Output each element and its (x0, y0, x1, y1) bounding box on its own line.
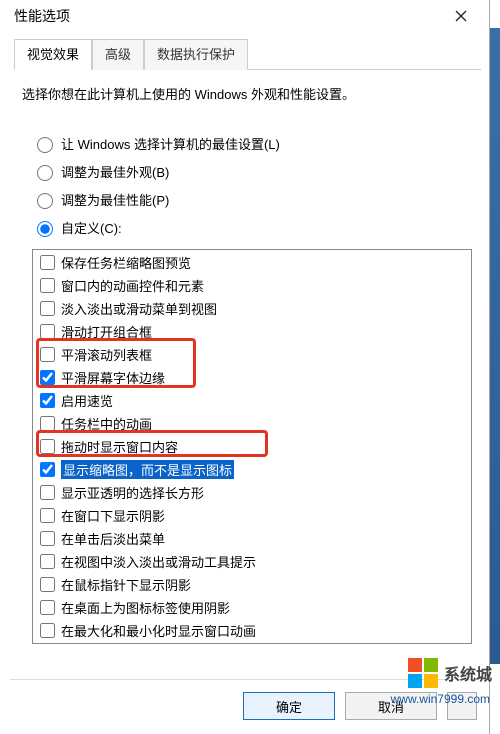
effect-checkbox-row-10[interactable]: 显示亚透明的选择长方形 (34, 481, 470, 504)
effect-checkbox-11[interactable] (40, 508, 55, 523)
effect-label-8: 拖动时显示窗口内容 (61, 437, 178, 456)
radio-label-2: 调整为最佳性能(P) (61, 190, 169, 209)
effect-checkbox-row-4[interactable]: 平滑滚动列表框 (34, 343, 470, 366)
effect-checkbox-16[interactable] (40, 623, 55, 638)
dialog-title: 性能选项 (8, 6, 441, 26)
tab-strip: 视觉效果高级数据执行保护 (14, 38, 481, 70)
effect-checkbox-row-11[interactable]: 在窗口下显示阴影 (34, 504, 470, 527)
effect-label-6: 启用速览 (61, 391, 113, 410)
effect-checkbox-10[interactable] (40, 485, 55, 500)
effect-label-0: 保存任务栏缩略图预览 (61, 253, 191, 272)
effect-checkbox-row-6[interactable]: 启用速览 (34, 389, 470, 412)
titlebar: 性能选项 (0, 0, 489, 32)
effect-label-16: 在最大化和最小化时显示窗口动画 (61, 621, 256, 640)
effect-checkbox-row-2[interactable]: 淡入淡出或滑动菜单到视图 (34, 297, 470, 320)
watermark-text: 系统城 (444, 661, 492, 685)
effect-label-9: 显示缩略图，而不是显示图标 (61, 460, 234, 479)
radio-input-1[interactable] (37, 165, 53, 181)
effect-checkbox-6[interactable] (40, 393, 55, 408)
effect-label-15: 在桌面上为图标标签使用阴影 (61, 598, 230, 617)
tab-2[interactable]: 数据执行保护 (144, 39, 248, 70)
effect-label-12: 在单击后淡出菜单 (61, 529, 165, 548)
radio-label-0: 让 Windows 选择计算机的最佳设置(L) (61, 134, 280, 153)
effect-checkbox-row-3[interactable]: 滑动打开组合框 (34, 320, 470, 343)
radio-option-2[interactable]: 调整为最佳性能(P) (32, 185, 471, 213)
radio-option-1[interactable]: 调整为最佳外观(B) (32, 157, 471, 185)
radio-input-0[interactable] (37, 137, 53, 153)
effect-checkbox-7[interactable] (40, 416, 55, 431)
background-window-strip (490, 28, 500, 664)
effect-checkbox-row-1[interactable]: 窗口内的动画控件和元素 (34, 274, 470, 297)
effect-checkbox-row-5[interactable]: 平滑屏幕字体边缘 (34, 366, 470, 389)
effect-label-13: 在视图中淡入淡出或滑动工具提示 (61, 552, 256, 571)
effect-checkbox-5[interactable] (40, 370, 55, 385)
watermark-url: www.win7999.com (391, 692, 490, 706)
effect-label-7: 任务栏中的动画 (61, 414, 152, 433)
radio-label-3: 自定义(C): (61, 218, 122, 237)
effect-checkbox-row-15[interactable]: 在桌面上为图标标签使用阴影 (34, 596, 470, 619)
radio-input-2[interactable] (37, 193, 53, 209)
watermark-brand: 系统城 (408, 658, 492, 688)
effect-checkbox-row-7[interactable]: 任务栏中的动画 (34, 412, 470, 435)
effect-label-11: 在窗口下显示阴影 (61, 506, 165, 525)
effect-checkbox-row-12[interactable]: 在单击后淡出菜单 (34, 527, 470, 550)
effect-checkbox-12[interactable] (40, 531, 55, 546)
tab-1[interactable]: 高级 (92, 39, 144, 70)
effect-label-14: 在鼠标指针下显示阴影 (61, 575, 191, 594)
effect-checkbox-3[interactable] (40, 324, 55, 339)
effect-checkbox-row-14[interactable]: 在鼠标指针下显示阴影 (34, 573, 470, 596)
effect-label-1: 窗口内的动画控件和元素 (61, 276, 204, 295)
effect-label-4: 平滑滚动列表框 (61, 345, 152, 364)
effect-checkbox-8[interactable] (40, 439, 55, 454)
effects-checklist[interactable]: 保存任务栏缩略图预览窗口内的动画控件和元素淡入淡出或滑动菜单到视图滑动打开组合框… (32, 249, 472, 644)
radio-option-0[interactable]: 让 Windows 选择计算机的最佳设置(L) (32, 129, 471, 157)
radio-label-1: 调整为最佳外观(B) (61, 162, 169, 181)
effect-checkbox-13[interactable] (40, 554, 55, 569)
tab-0[interactable]: 视觉效果 (14, 39, 92, 70)
radio-option-3[interactable]: 自定义(C): (32, 213, 471, 241)
performance-options-dialog: 性能选项 视觉效果高级数据执行保护 选择你想在此计算机上使用的 Windows … (0, 0, 490, 734)
effect-checkbox-row-9[interactable]: 显示缩略图，而不是显示图标 (34, 458, 470, 481)
effect-checkbox-4[interactable] (40, 347, 55, 362)
effect-checkbox-14[interactable] (40, 577, 55, 592)
effect-checkbox-9[interactable] (40, 462, 55, 477)
effect-checkbox-row-8[interactable]: 拖动时显示窗口内容 (34, 435, 470, 458)
description-text: 选择你想在此计算机上使用的 Windows 外观和性能设置。 (22, 84, 471, 103)
tab-content-visual-effects: 选择你想在此计算机上使用的 Windows 外观和性能设置。 让 Windows… (0, 70, 489, 644)
effect-checkbox-1[interactable] (40, 278, 55, 293)
microsoft-logo-icon (408, 658, 438, 688)
mode-radio-group: 让 Windows 选择计算机的最佳设置(L) 调整为最佳外观(B) 调整为最佳性能… (32, 129, 471, 241)
effect-checkbox-15[interactable] (40, 600, 55, 615)
effect-checkbox-row-13[interactable]: 在视图中淡入淡出或滑动工具提示 (34, 550, 470, 573)
effect-label-3: 滑动打开组合框 (61, 322, 152, 341)
close-icon (455, 10, 467, 22)
effect-checkbox-2[interactable] (40, 301, 55, 316)
effect-checkbox-row-0[interactable]: 保存任务栏缩略图预览 (34, 251, 470, 274)
effect-label-2: 淡入淡出或滑动菜单到视图 (61, 299, 217, 318)
radio-input-3[interactable] (37, 221, 53, 237)
effect-label-5: 平滑屏幕字体边缘 (61, 368, 165, 387)
effect-checkbox-row-16[interactable]: 在最大化和最小化时显示窗口动画 (34, 619, 470, 642)
effect-checkbox-0[interactable] (40, 255, 55, 270)
effect-label-10: 显示亚透明的选择长方形 (61, 483, 204, 502)
ok-button[interactable]: 确定 (243, 692, 335, 720)
close-button[interactable] (441, 3, 481, 29)
